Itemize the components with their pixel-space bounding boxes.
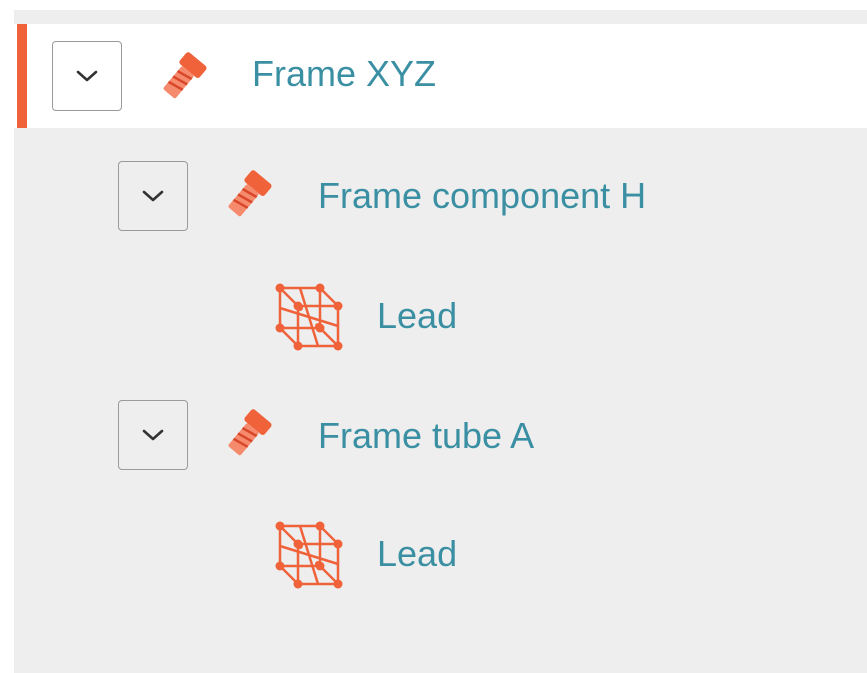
tree-row-lead[interactable]: Lead (14, 504, 867, 608)
tree-row-lead[interactable]: Lead (14, 266, 867, 370)
selection-indicator (17, 24, 27, 128)
tree-node-label: Lead (377, 295, 458, 336)
expand-toggle-button[interactable] (52, 41, 122, 111)
tree-node-label: Frame tube A (318, 415, 535, 456)
bolt-icon (228, 170, 272, 217)
tree-row-frame-xyz[interactable]: Frame XYZ (14, 24, 867, 128)
bolt-icon (163, 52, 207, 99)
tree-node-label: Lead (377, 533, 458, 574)
wireframe-cube-icon (275, 283, 343, 351)
chevron-down-icon (142, 429, 164, 441)
tree-view: Frame XYZ Frame component H Lead Frame t… (14, 10, 867, 673)
tree-node-label: Frame component H (318, 175, 647, 216)
chevron-down-icon (76, 70, 98, 82)
tree-row-frame-tube-a[interactable]: Frame tube A (14, 383, 867, 487)
wireframe-cube-icon (275, 521, 343, 589)
expand-toggle-button[interactable] (118, 400, 188, 470)
chevron-down-icon (142, 190, 164, 202)
tree-node-label: Frame XYZ (252, 53, 437, 94)
tree-row-frame-component-h[interactable]: Frame component H (14, 144, 867, 248)
expand-toggle-button[interactable] (118, 161, 188, 231)
bolt-icon (228, 409, 272, 456)
